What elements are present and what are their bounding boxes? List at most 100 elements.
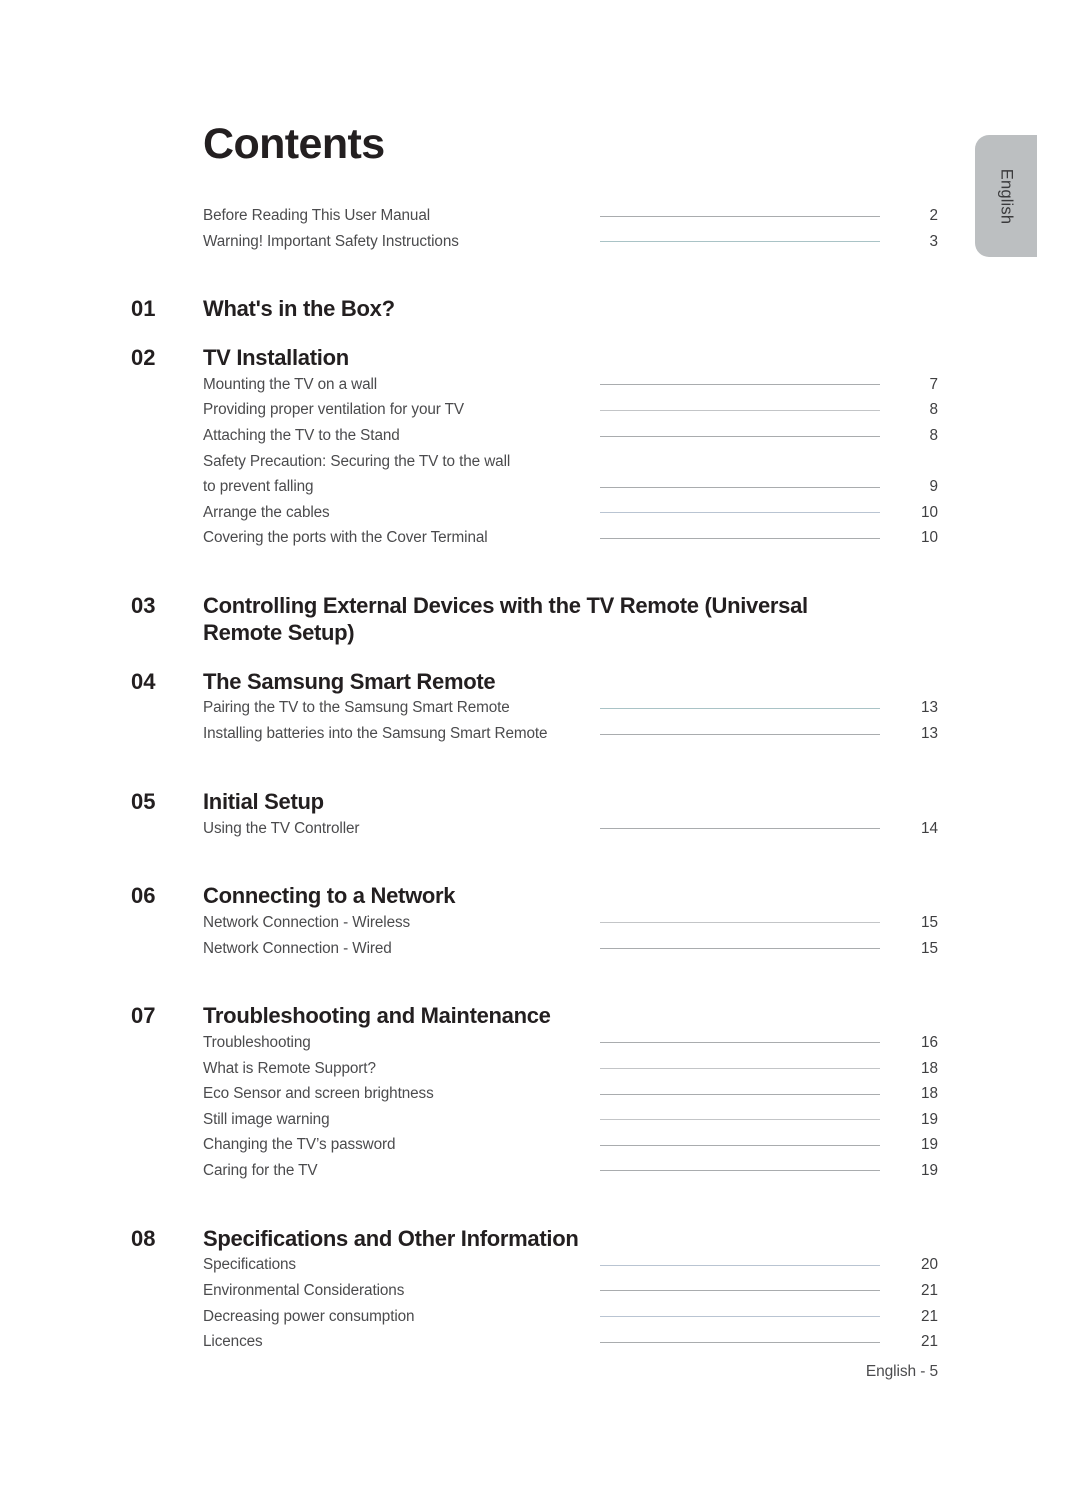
toc-section-title: TV Installation [203, 345, 349, 371]
toc-entry[interactable]: Installing batteries into the Samsung Sm… [0, 721, 1080, 747]
toc-leader-line [600, 1290, 905, 1292]
toc-section-05: 05 Initial Setup Using the TV Controller 14 [0, 789, 1080, 842]
toc-leader-line [600, 486, 905, 488]
toc-section-heading[interactable]: 03 Controlling External Devices with the … [0, 593, 1080, 647]
toc-section-heading[interactable]: 08 Specifications and Other Information [0, 1226, 1080, 1253]
toc-entry[interactable]: Changing the TV’s password 19 [0, 1132, 1080, 1158]
toc-entry[interactable]: Troubleshooting 16 [0, 1029, 1080, 1056]
toc-section-number: 01 [131, 296, 156, 322]
toc-section-heading[interactable]: 07 Troubleshooting and Maintenance [0, 1003, 1080, 1030]
toc-entry[interactable]: Covering the ports with the Cover Termin… [0, 525, 1080, 551]
toc-entry[interactable]: Providing proper ventilation for your TV… [0, 397, 1080, 424]
toc-leader-line [600, 384, 905, 386]
toc-leader-line [600, 512, 905, 514]
toc-entry-page-number: 8 [880, 423, 938, 449]
toc-section-08: 08 Specifications and Other Information Sp… [0, 1226, 1080, 1355]
toc-section-number: 02 [131, 345, 156, 371]
toc-intro-group: Before Reading This User Manual 2 Warning!… [0, 203, 1080, 255]
toc-leader-line [600, 1170, 905, 1172]
toc-entry-label: Safety Precaution: Securing the TV to th… [203, 448, 518, 475]
toc-entry-page-number: 21 [880, 1277, 938, 1304]
toc-entry[interactable]: Eco Sensor and screen brightness 18 [0, 1081, 1080, 1107]
toc-entry-label: Installing batteries into the Samsung Sm… [203, 721, 555, 747]
toc-entry[interactable]: What is Remote Support? 18 [0, 1055, 1080, 1082]
toc-entry[interactable]: Pairing the TV to the Samsung Smart Remo… [0, 695, 1080, 722]
toc-entry[interactable]: Mounting the TV on a wall 7 [0, 371, 1080, 398]
toc-entry-label: Troubleshooting [203, 1029, 318, 1056]
toc-leader-line [600, 1119, 905, 1121]
toc-section-title: Specifications and Other Information [203, 1225, 579, 1251]
toc-entry[interactable]: Still image warning 19 [0, 1106, 1080, 1133]
toc-entry[interactable]: Specifications 20 [0, 1252, 1080, 1278]
toc-section-04: 04 The Samsung Smart Remote Pairing the TV… [0, 669, 1080, 747]
toc-entry-label: Before Reading This User Manual [203, 203, 438, 229]
toc-section-title: Connecting to a Network [203, 883, 456, 909]
toc-section-title: Initial Setup [203, 788, 324, 814]
toc-entry[interactable]: Using the TV Controller 14 [0, 815, 1080, 842]
toc-entry-page-number: 19 [880, 1157, 938, 1184]
toc-entry[interactable]: Attaching the TV to the Stand 8 [0, 423, 1080, 449]
toc-section-01: 01 What's in the Box? [0, 296, 1080, 323]
toc-entry[interactable]: Network Connection - Wireless 15 [0, 909, 1080, 936]
toc-entry-label: Attaching the TV to the Stand [203, 423, 407, 449]
toc-section-heading[interactable]: 04 The Samsung Smart Remote [0, 669, 1080, 696]
toc-entry[interactable]: Network Connection - Wired 15 [0, 935, 1080, 962]
toc-entry-label: Specifications [203, 1252, 303, 1278]
toc-leader-line [600, 215, 905, 217]
toc-entry[interactable]: Caring for the TV 19 [0, 1157, 1080, 1184]
toc-entry-page-number: 18 [880, 1081, 938, 1107]
toc-section-heading[interactable]: 01 What's in the Box? [0, 296, 1080, 323]
toc-section-03: 03 Controlling External Devices with the … [0, 593, 1080, 647]
page-footer: English - 5 [865, 1363, 938, 1380]
toc-leader-line [600, 409, 905, 411]
toc-entry-label: Changing the TV’s password [203, 1132, 403, 1158]
toc-section-title: Troubleshooting and Maintenance [203, 1003, 551, 1029]
toc-entry-label: to prevent falling [203, 474, 321, 500]
toc-leader-line [600, 1144, 905, 1146]
toc-entry-label: Warning! Important Safety Instructions [203, 228, 466, 255]
toc-entry[interactable]: Licences 21 [0, 1329, 1080, 1355]
toc-section-title: The Samsung Smart Remote [203, 668, 496, 694]
toc-section-number: 07 [131, 1003, 156, 1029]
toc-entry[interactable]: Warning! Important Safety Instructions 3 [0, 228, 1080, 255]
toc-entry[interactable]: Decreasing power consumption 21 [0, 1303, 1080, 1330]
toc-entry[interactable]: Environmental Considerations 21 [0, 1277, 1080, 1304]
toc-entry-page-number: 10 [880, 499, 938, 526]
toc-section-number: 06 [131, 883, 156, 909]
toc-entry[interactable]: Before Reading This User Manual 2 [0, 203, 1080, 229]
toc-entry-page-number: 21 [880, 1303, 938, 1330]
toc-section-06: 06 Connecting to a Network Network Connect… [0, 883, 1080, 962]
toc-leader-line [600, 828, 905, 829]
toc-leader-line [600, 1042, 905, 1044]
toc-entry[interactable]: Arrange the cables 10 [0, 499, 1080, 526]
toc-entry-label: What is Remote Support? [203, 1055, 383, 1082]
toc-section-heading[interactable]: 05 Initial Setup [0, 789, 1080, 816]
toc-entry-label: Mounting the TV on a wall [203, 371, 385, 398]
toc-section-heading[interactable]: 06 Connecting to a Network [0, 883, 1080, 910]
toc-entry-page-number: 15 [880, 935, 938, 962]
toc-entry-label: Covering the ports with the Cover Termin… [203, 525, 495, 551]
toc-entry-page-number: 3 [880, 228, 938, 255]
toc-leader-line [600, 733, 905, 735]
toc-entry-label: Using the TV Controller [203, 815, 367, 842]
toc-section-number: 04 [131, 668, 156, 694]
page-title: Contents [203, 120, 385, 168]
toc-entry-page-number: 18 [880, 1055, 938, 1082]
toc-entry[interactable]: to prevent falling 9 [0, 474, 1080, 500]
document-page: English Contents Before Reading This Use… [0, 0, 1080, 1494]
toc-entry[interactable]: Safety Precaution: Securing the TV to th… [0, 448, 1080, 475]
toc-leader-line [600, 922, 905, 924]
toc-leader-line [600, 241, 905, 243]
toc-entry-page-number: 10 [880, 525, 938, 551]
toc-entry-page-number: 13 [880, 721, 938, 747]
toc-section-heading[interactable]: 02 TV Installation [0, 345, 1080, 372]
toc-entry-label: Network Connection - Wireless [203, 909, 418, 936]
toc-entry-label: Network Connection - Wired [203, 935, 399, 962]
